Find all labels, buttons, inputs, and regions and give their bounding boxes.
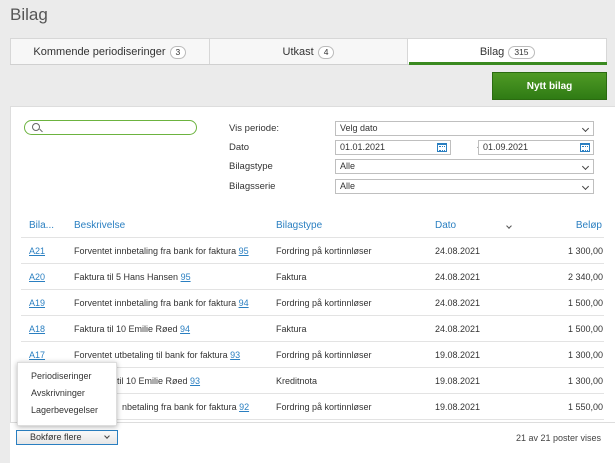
row-type: Faktura — [276, 272, 307, 282]
menu-item-periodiseringer[interactable]: Periodiseringer — [18, 368, 116, 385]
row-description: Forventet innbetaling fra bank for faktu… — [74, 246, 249, 256]
invoice-link[interactable]: 93 — [190, 376, 200, 386]
row-type: Fordring på kortinnløser — [276, 402, 372, 412]
bulk-action-menu: Periodiseringer Avskrivninger Lagerbeveg… — [17, 362, 117, 426]
row-date: 19.08.2021 — [435, 350, 481, 360]
new-voucher-button[interactable]: Nytt bilag — [492, 72, 607, 100]
period-value: Velg dato — [340, 123, 378, 133]
active-tab-indicator — [409, 62, 607, 65]
row-amount: 1 550,00 — [567, 402, 603, 412]
chevron-down-icon — [581, 162, 590, 171]
menu-item-lagerbevegelser[interactable]: Lagerbevegelser — [18, 402, 116, 419]
voucher-link[interactable]: A19 — [29, 298, 45, 308]
chevron-down-icon — [581, 124, 590, 133]
description-text: Forventet utbetaling til bank for faktur… — [74, 350, 231, 360]
voucher-link[interactable]: A18 — [29, 324, 45, 334]
voucher-link[interactable]: A20 — [29, 272, 45, 282]
row-description: Faktura til 10 Emilie Røed 94 — [74, 324, 190, 334]
count-badge: 315 — [508, 45, 535, 59]
bulk-post-button[interactable]: Bokføre flere — [16, 430, 118, 445]
invoice-link[interactable]: 95 — [239, 246, 249, 256]
header-description[interactable]: Beskrivelse — [74, 220, 125, 231]
header-id[interactable]: Bila... — [29, 220, 54, 231]
row-amount: 1 500,00 — [567, 298, 603, 308]
description-text: Faktura til 5 Hans Hansen — [74, 272, 181, 282]
row-description: nbetaling fra bank for faktura 92 — [122, 402, 249, 412]
header-date[interactable]: Dato — [435, 220, 456, 231]
row-amount: 1 300,00 — [567, 246, 603, 256]
count-badge: 3 — [169, 45, 187, 59]
row-description: Forventet innbetaling fra bank for faktu… — [74, 298, 249, 308]
record-count: 21 av 21 poster vises — [515, 433, 601, 443]
footer-bar: Bokføre flere 21 av 21 poster vises — [10, 422, 615, 463]
search-icon — [32, 123, 40, 131]
date-label: Dato — [229, 142, 250, 153]
row-date: 24.08.2021 — [435, 324, 481, 334]
row-amount: 1 300,00 — [567, 376, 603, 386]
bulk-post-label: Bokføre flere — [30, 432, 82, 442]
row-type: Fordring på kortinnløser — [276, 246, 372, 256]
menu-item-avskrivninger[interactable]: Avskrivninger — [18, 385, 116, 402]
sort-desc-icon[interactable] — [506, 223, 512, 229]
invoice-link[interactable]: 94 — [180, 324, 190, 334]
description-text: nbetaling fra bank for faktura — [122, 402, 240, 412]
tab-bar: Kommende periodiseringer 3 Utkast 4 Bila… — [10, 38, 607, 65]
description-text: Forventet innbetaling fra bank for faktu… — [74, 298, 239, 308]
count-badge: 4 — [317, 45, 335, 59]
row-type: Kreditnota — [276, 376, 318, 386]
row-amount: 1 500,00 — [567, 324, 603, 334]
row-type: Fordring på kortinnløser — [276, 350, 372, 360]
tab-label: Kommende periodiseringer — [33, 46, 166, 58]
description-text: Faktura til 10 Emilie Røed — [74, 324, 181, 334]
period-label: Vis periode: — [229, 123, 279, 134]
row-date: 19.08.2021 — [435, 376, 481, 386]
type-label: Bilagstype — [229, 161, 273, 172]
search-input[interactable] — [24, 120, 197, 135]
row-date: 24.08.2021 — [435, 246, 481, 256]
tab-label: Utkast — [282, 46, 314, 58]
row-type: Fordring på kortinnløser — [276, 298, 372, 308]
table-row[interactable]: A20 Faktura til 5 Hans Hansen 95 Faktura… — [11, 264, 615, 289]
header-amount[interactable]: Beløp — [576, 220, 602, 231]
chevron-down-icon — [104, 433, 110, 439]
voucher-link[interactable]: A21 — [29, 246, 45, 256]
voucher-link[interactable]: A17 — [29, 350, 45, 360]
invoice-link[interactable]: 93 — [230, 350, 240, 360]
date-to-input[interactable]: 01.09.2021 — [478, 140, 594, 155]
series-select[interactable]: Alle — [335, 179, 594, 194]
tab-kommende-periodiseringer[interactable]: Kommende periodiseringer 3 — [11, 39, 210, 65]
period-select[interactable]: Velg dato — [335, 121, 594, 136]
calendar-icon[interactable] — [437, 143, 447, 152]
series-value: Alle — [340, 181, 356, 191]
date-from-input[interactable]: 01.01.2021 — [335, 140, 451, 155]
type-select[interactable]: Alle — [335, 159, 594, 174]
row-type: Faktura — [276, 324, 307, 334]
date-to-value: 01.09.2021 — [483, 142, 529, 152]
table-row[interactable]: A19 Forventet innbetaling fra bank for f… — [11, 290, 615, 315]
date-from-value: 01.01.2021 — [340, 142, 386, 152]
row-description: Forventet utbetaling til bank for faktur… — [74, 350, 240, 360]
series-label: Bilagsserie — [229, 181, 276, 192]
row-amount: 2 340,00 — [567, 272, 603, 282]
type-value: Alle — [340, 161, 356, 171]
invoice-link[interactable]: 92 — [239, 402, 249, 412]
tab-label: Bilag — [479, 46, 505, 58]
row-date: 24.08.2021 — [435, 272, 481, 282]
invoice-link[interactable]: 94 — [239, 298, 249, 308]
table-row[interactable]: A18 Faktura til 10 Emilie Røed 94 Faktur… — [11, 316, 615, 341]
row-description: Faktura til 5 Hans Hansen 95 — [74, 272, 191, 282]
header-type[interactable]: Bilagstype — [276, 220, 322, 231]
row-date: 24.08.2021 — [435, 298, 481, 308]
row-amount: 1 300,00 — [567, 350, 603, 360]
description-text: til 10 Emilie Røed — [117, 376, 191, 386]
row-description: til 10 Emilie Røed 93 — [117, 376, 200, 386]
table-row[interactable]: A21 Forventet innbetaling fra bank for f… — [11, 238, 615, 263]
calendar-icon[interactable] — [580, 143, 590, 152]
row-date: 19.08.2021 — [435, 402, 481, 412]
chevron-down-icon — [581, 182, 590, 191]
description-text: Forventet innbetaling fra bank for faktu… — [74, 246, 239, 256]
invoice-link[interactable]: 95 — [181, 272, 191, 282]
tab-utkast[interactable]: Utkast 4 — [210, 39, 409, 65]
page-title: Bilag — [10, 5, 48, 24]
